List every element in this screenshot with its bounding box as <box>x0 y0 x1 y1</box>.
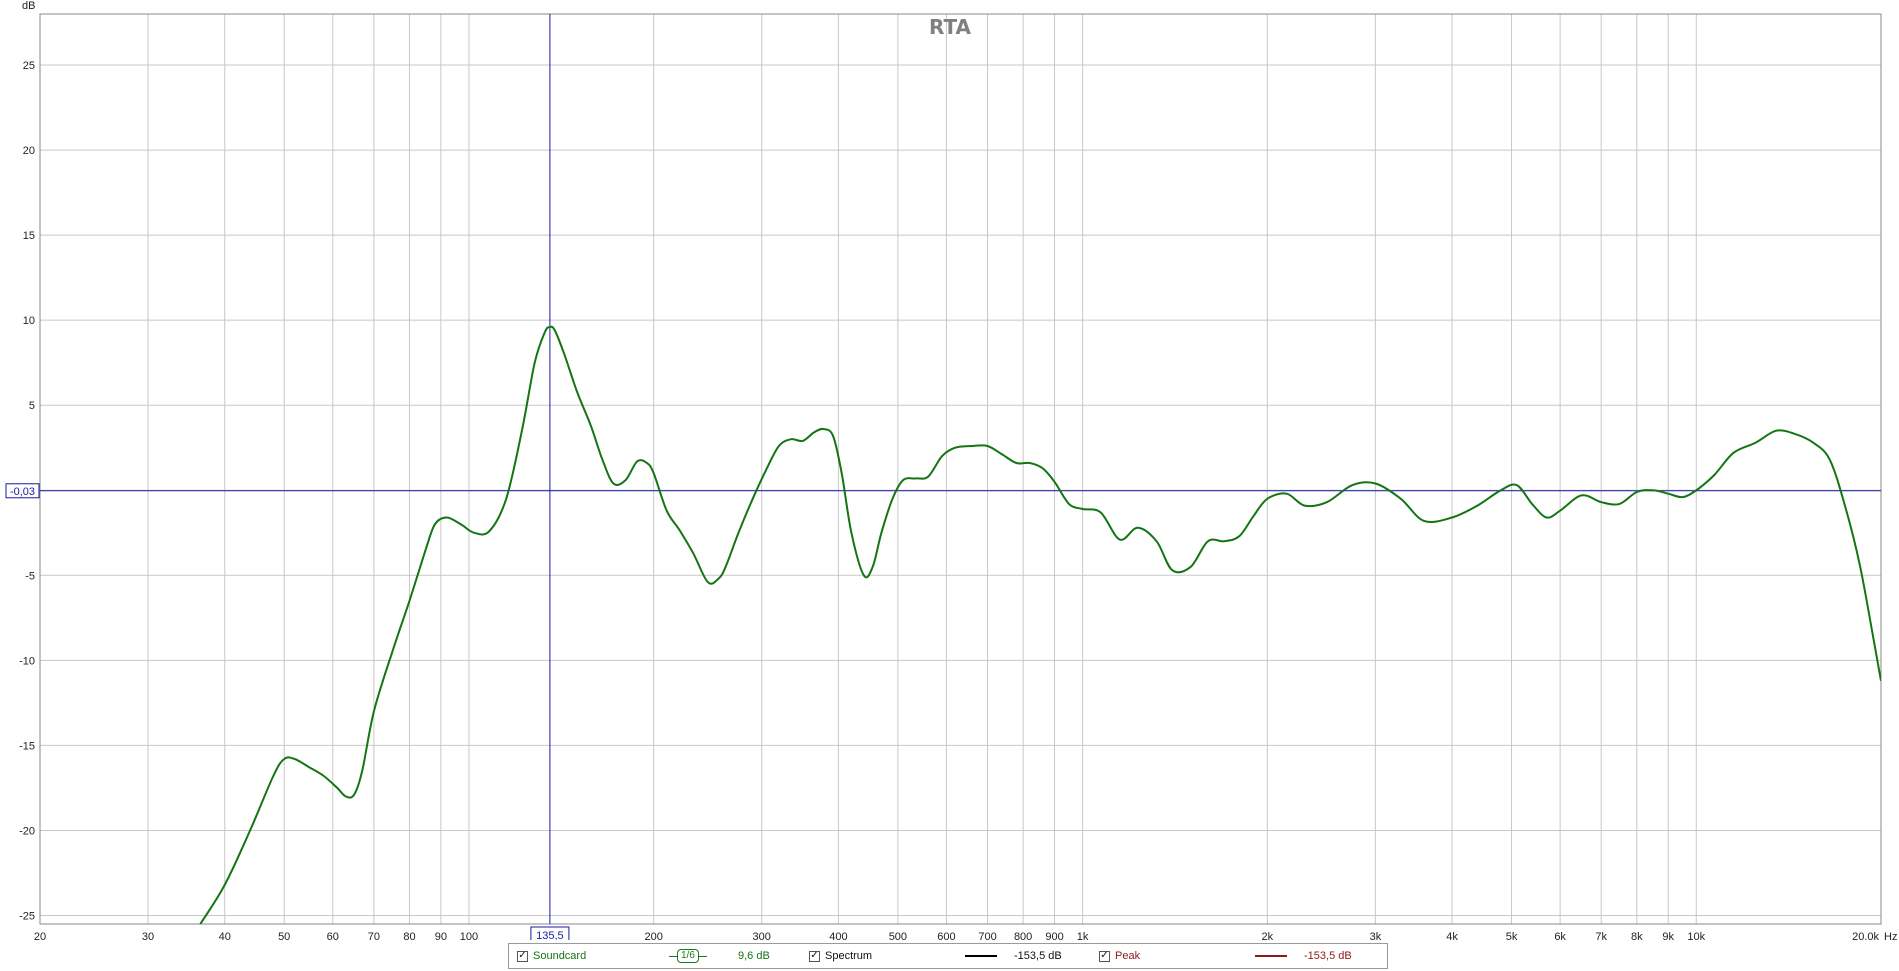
x-tick-label: 40 <box>219 931 231 940</box>
x-tick-label: 500 <box>889 931 907 940</box>
x-tick-label: 5k <box>1506 931 1518 940</box>
legend-bar: ✓ Soundcard 1/6 9,6 dB ✓ Spectrum -153,5… <box>508 943 1388 969</box>
x-tick-label: 1k <box>1077 931 1089 940</box>
x-tick-label: 7k <box>1595 931 1607 940</box>
smoothing-dash-left <box>669 955 677 957</box>
soundcard-checkbox[interactable]: ✓ <box>517 950 528 962</box>
x-tick-label: 900 <box>1045 931 1063 940</box>
x-tick-label: 2k <box>1262 931 1274 940</box>
spectrum-line-swatch <box>965 955 997 957</box>
series-soundcard-line <box>199 325 1881 924</box>
x-tick-label: 300 <box>753 931 771 940</box>
x-tick-label: 6k <box>1554 931 1566 940</box>
y-tick-label: 5 <box>29 400 35 412</box>
cursor-x-readout: 135,5 <box>536 930 564 940</box>
soundcard-label: Soundcard <box>533 950 587 962</box>
x-axis-ticks: 20 30 40 50 60 70 80 90 100 200 300 400 500 600 700 800… <box>34 931 1880 940</box>
y-axis-label: dB <box>22 0 35 12</box>
x-tick-label: 90 <box>435 931 447 940</box>
peak-line-swatch <box>1255 955 1287 957</box>
x-tick-label: 400 <box>829 931 847 940</box>
x-tick-label: 4k <box>1446 931 1458 940</box>
y-tick-label: 20 <box>23 145 35 157</box>
y-tick-label: -10 <box>19 655 35 667</box>
x-tick-label: 60 <box>327 931 339 940</box>
y-tick-label: 25 <box>23 60 35 72</box>
spectrum-swatch <box>965 955 997 957</box>
x-tick-label: 700 <box>978 931 996 940</box>
smoothing-dash-right <box>698 955 707 957</box>
x-tick-label: 80 <box>403 931 415 940</box>
x-tick-label: 20 <box>34 931 46 940</box>
peak-swatch <box>1255 955 1287 957</box>
y-tick-label: -25 <box>19 910 35 922</box>
x-tick-label: 3k <box>1370 931 1382 940</box>
x-tick-label: 200 <box>644 931 662 940</box>
x-axis-label: Hz <box>1884 931 1897 940</box>
spectrum-value-text: -153,5 dB <box>1014 950 1062 962</box>
spectrum-value: -153,5 dB <box>1014 950 1062 962</box>
soundcard-value-text: 9,6 dB <box>738 950 770 962</box>
x-tick-label: 20,0k <box>1852 931 1879 940</box>
chart-title: RTA <box>929 15 972 39</box>
smoothing-badge[interactable]: 1/6 <box>669 949 707 963</box>
x-tick-label: 8k <box>1631 931 1643 940</box>
y-tick-label: -20 <box>19 825 35 837</box>
rta-chart[interactable]: 25 20 15 10 5 -5 -10 -15 -20 -25 20 30 40 50 60 70 80 90… <box>0 0 1899 940</box>
spectrum-label: Spectrum <box>825 950 873 962</box>
x-tick-label: 70 <box>368 931 380 940</box>
smoothing-label: 1/6 <box>677 949 699 963</box>
y-tick-label: -5 <box>25 570 35 582</box>
spectrum-checkbox[interactable]: ✓ <box>809 950 820 962</box>
x-tick-label: 100 <box>460 931 478 940</box>
x-tick-label: 30 <box>142 931 154 940</box>
cursor-crosshair[interactable]: -0,03 135,5 <box>5 14 1881 940</box>
peak-value-text: -153,5 dB <box>1304 950 1352 962</box>
peak-checkbox[interactable]: ✓ <box>1099 950 1110 962</box>
x-tick-label: 9k <box>1662 931 1674 940</box>
x-tick-label: 600 <box>937 931 955 940</box>
peak-label: Peak <box>1115 950 1141 962</box>
peak-value: -153,5 dB <box>1304 950 1352 962</box>
y-tick-label: 10 <box>23 315 35 327</box>
y-tick-label: -15 <box>19 740 35 752</box>
legend-spectrum[interactable]: ✓ Spectrum <box>809 950 872 962</box>
cursor-y-readout: -0,03 <box>10 486 35 498</box>
series-layer <box>199 325 1881 924</box>
x-tick-label: 50 <box>278 931 290 940</box>
x-tick-label: 800 <box>1014 931 1032 940</box>
x-tick-label: 10k <box>1687 931 1705 940</box>
soundcard-value: 9,6 dB <box>738 950 770 962</box>
legend-peak[interactable]: ✓ Peak <box>1099 950 1140 962</box>
legend-soundcard[interactable]: ✓ Soundcard <box>517 950 586 962</box>
grid-lines <box>39 14 1882 924</box>
y-tick-label: 15 <box>23 230 35 242</box>
